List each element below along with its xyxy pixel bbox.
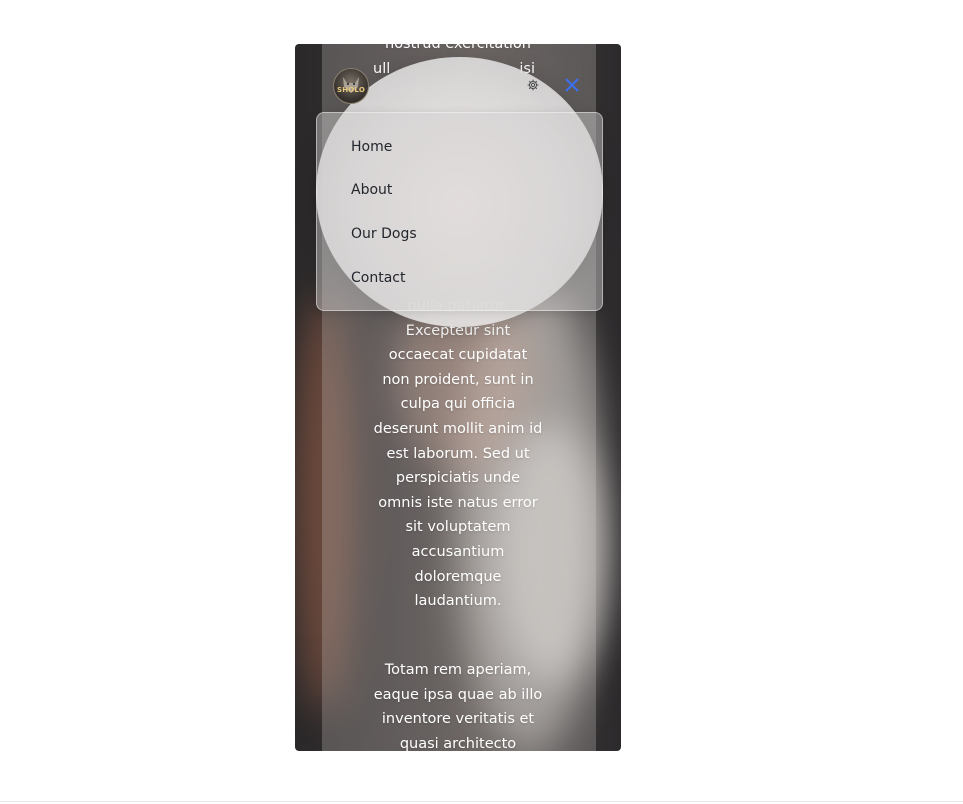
text-line: deserunt mollit anim id — [373, 420, 543, 437]
settings-button[interactable] — [524, 76, 542, 94]
text-line: doloremque — [414, 568, 502, 585]
gear-icon — [527, 79, 539, 91]
text-line: culpa qui officia — [400, 396, 516, 413]
text-line: laudantium. — [414, 593, 502, 610]
text-line: nostrud exercitation — [385, 44, 531, 52]
text-line: omnis iste natus error — [378, 494, 538, 511]
nav-menu: Home About Our Dogs Contact — [316, 112, 603, 311]
paragraph-2: Totam rem aperiam, eaque ipsa quae ab il… — [365, 658, 551, 751]
text-line: est laborum. Sed ut — [386, 445, 530, 462]
text-line: accusantium — [411, 543, 505, 560]
paragraph-1: nulla pariatur. Excepteur sint occaecat … — [365, 294, 551, 614]
mobile-header: SHOLO — [295, 64, 621, 108]
text-line: Totam rem aperiam, — [384, 662, 532, 678]
page-bottom-divider — [0, 801, 963, 802]
text-line: perspiciatis unde — [395, 470, 521, 487]
mobile-viewport: nostrud exercitation ull isi nulla paria… — [295, 44, 621, 751]
text-line: sit voluptatem — [405, 519, 511, 536]
text-line: non proident, sunt in — [382, 371, 534, 388]
close-icon — [565, 78, 579, 92]
menu-item-about[interactable]: About — [351, 178, 402, 202]
text-line: inventore veritatis et — [381, 711, 535, 728]
menu-item-home[interactable]: Home — [351, 135, 402, 159]
menu-item-contact[interactable]: Contact — [351, 266, 415, 290]
text-line: eaque ipsa quae ab illo — [373, 686, 543, 703]
text-line: quasi architecto — [399, 735, 517, 751]
menu-item-our-dogs[interactable]: Our Dogs — [351, 222, 427, 246]
text-line: occaecat cupidatat — [388, 347, 528, 364]
logo-text: SHOLO — [336, 86, 365, 94]
close-menu-button[interactable] — [561, 74, 583, 96]
site-logo[interactable]: SHOLO — [333, 68, 369, 104]
